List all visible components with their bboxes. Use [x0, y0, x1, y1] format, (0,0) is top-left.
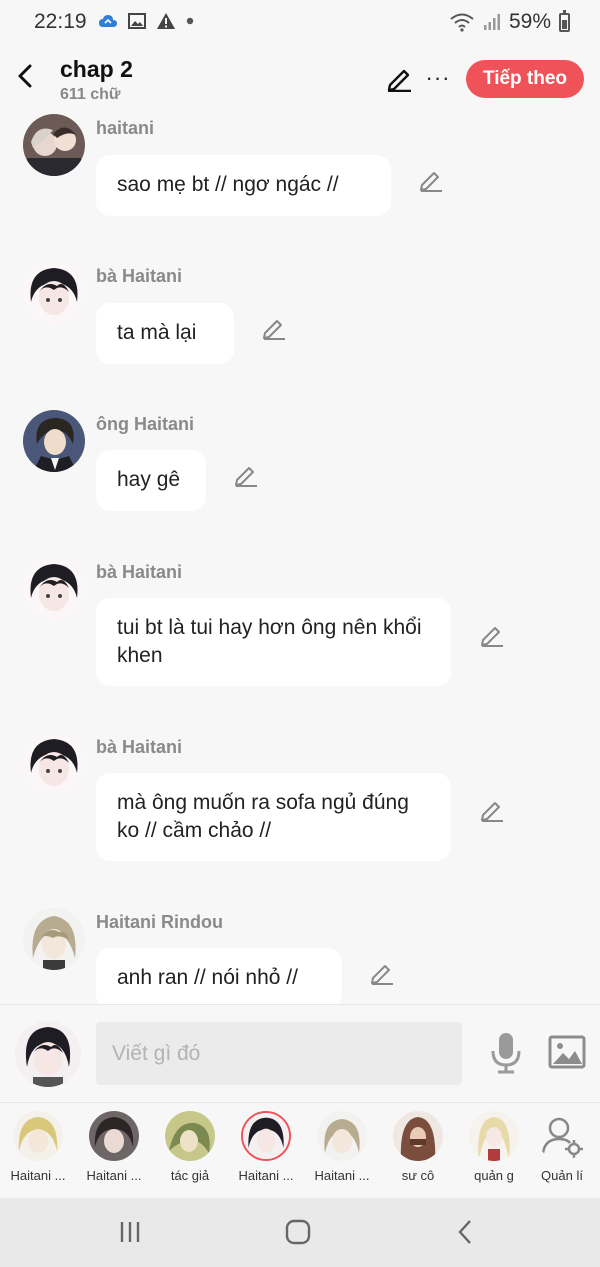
edit-message-icon[interactable] — [418, 166, 444, 192]
sender-name: haitani — [96, 118, 155, 138]
message-bubble[interactable]: mà ông muốn ra sofa ngủ đúng ko // cầm c… — [96, 773, 451, 861]
chevron-left-icon — [18, 64, 32, 88]
sender-name: Haitani Rindou — [96, 912, 223, 932]
chat-list[interactable]: haitani sao mẹ bt // ngơ ngác // bà Hait… — [0, 112, 600, 1004]
character-name: Quản lí — [541, 1168, 583, 1183]
message-bubble[interactable]: tui bt là tui hay hơn ông nên khổi khen — [96, 598, 451, 686]
avatar — [393, 1111, 443, 1161]
warning-icon — [157, 13, 175, 29]
sender-name: bà Haitani — [96, 266, 183, 286]
more-options-button[interactable]: ··· — [424, 64, 452, 92]
avatar — [89, 1111, 139, 1161]
character-item[interactable]: Quản lí — [524, 1111, 600, 1183]
battery-icon — [559, 9, 570, 32]
status-bar: 22:19 59% — [0, 0, 600, 46]
chapter-header: chap 2 611 chữ ··· Tiếp theo — [0, 46, 600, 112]
signal-icon — [483, 14, 500, 30]
voice-input-button[interactable] — [488, 1031, 524, 1075]
message-bubble[interactable]: ta mà lại — [96, 303, 234, 364]
character-name: Haitani ... — [314, 1168, 370, 1183]
compose-bar — [0, 1004, 600, 1103]
image-icon — [548, 1035, 586, 1069]
avatar[interactable] — [23, 908, 85, 970]
manage-characters-icon — [537, 1111, 587, 1161]
current-character-avatar[interactable] — [15, 1021, 81, 1087]
character-item[interactable]: Haitani ... — [304, 1111, 380, 1183]
edit-button[interactable] — [385, 64, 413, 93]
edit-message-icon[interactable] — [479, 796, 505, 822]
sender-name: bà Haitani — [96, 737, 183, 757]
dot-icon — [186, 17, 194, 25]
attach-image-button[interactable] — [548, 1035, 586, 1069]
message-bubble[interactable]: hay gê — [96, 450, 206, 511]
avatar — [317, 1111, 367, 1161]
page-title: chap 2 — [60, 56, 133, 82]
recent-apps-icon[interactable] — [118, 1220, 142, 1244]
sender-name: ông Haitani — [96, 414, 194, 434]
character-name: Haitani ... — [10, 1168, 66, 1183]
character-item[interactable]: tác giả — [152, 1111, 228, 1183]
status-icons-left — [98, 12, 194, 30]
avatar[interactable] — [23, 410, 85, 472]
back-nav-icon[interactable] — [456, 1219, 474, 1245]
character-item[interactable]: quản g — [456, 1111, 532, 1183]
character-item[interactable]: Haitani ... — [0, 1111, 76, 1183]
avatar — [165, 1111, 215, 1161]
character-name: quản g — [474, 1168, 514, 1183]
status-time: 22:19 — [34, 10, 87, 33]
image-icon — [128, 13, 146, 29]
message-input[interactable] — [96, 1022, 462, 1085]
character-name: sư cô — [401, 1168, 435, 1183]
character-item[interactable]: Haitani ... — [76, 1111, 152, 1183]
battery-percent: 59% — [508, 10, 551, 33]
avatar — [469, 1111, 519, 1161]
microphone-icon — [491, 1033, 521, 1074]
edit-message-icon[interactable] — [261, 314, 287, 340]
cloud-sync-icon — [99, 15, 117, 27]
pencil-icon — [387, 69, 411, 93]
next-chapter-button[interactable]: Tiếp theo — [466, 60, 584, 98]
status-right: 59% — [449, 9, 570, 34]
character-item[interactable]: sư cô — [380, 1111, 456, 1183]
avatar — [13, 1111, 63, 1161]
edit-message-icon[interactable] — [233, 461, 259, 487]
character-name: Haitani ... — [238, 1168, 294, 1183]
character-name: Haitani ... — [86, 1168, 142, 1183]
avatar[interactable] — [23, 558, 85, 620]
character-name: tác giả — [170, 1168, 210, 1183]
message-bubble[interactable]: sao mẹ bt // ngơ ngác // — [96, 155, 391, 216]
sender-name: bà Haitani — [96, 562, 183, 582]
character-selector: Haitani ... Haitani ... tác giả Haitani … — [0, 1102, 600, 1199]
system-nav-bar — [0, 1198, 600, 1267]
home-icon[interactable] — [285, 1219, 311, 1245]
message-bubble[interactable]: anh ran // nói nhỏ // — [96, 948, 342, 1004]
wifi-icon — [450, 13, 474, 32]
avatar[interactable] — [23, 114, 85, 176]
avatar[interactable] — [23, 733, 85, 795]
avatar[interactable] — [23, 262, 85, 324]
word-count: 611 chữ — [60, 86, 121, 103]
edit-message-icon[interactable] — [369, 959, 395, 985]
avatar-selected — [241, 1111, 291, 1161]
back-button[interactable] — [10, 60, 40, 92]
more-icon: ··· — [425, 65, 451, 90]
edit-message-icon[interactable] — [479, 621, 505, 647]
character-item[interactable]: Haitani ... — [228, 1111, 304, 1183]
